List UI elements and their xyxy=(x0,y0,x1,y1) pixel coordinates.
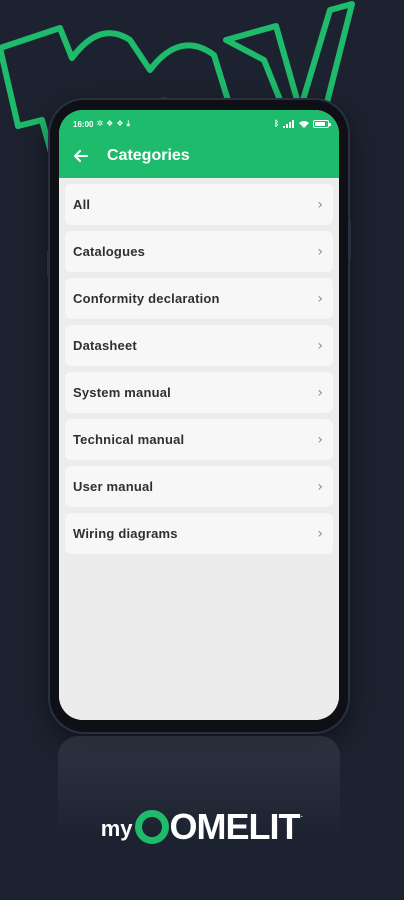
dropbox-icon: ❖ xyxy=(106,119,114,128)
category-item-user-manual[interactable]: User manual › xyxy=(65,466,333,507)
category-item-all[interactable]: All › xyxy=(65,184,333,225)
title-row: Categories xyxy=(73,134,329,178)
page-title: Categories xyxy=(107,147,190,164)
status-bar: 16:00 ✲ ❖ ❖ ⤓ ᛒ xyxy=(73,110,331,134)
category-list: All › Catalogues › Conformity declaratio… xyxy=(59,178,339,720)
phone-side-button xyxy=(47,250,50,276)
chevron-right-icon: › xyxy=(317,478,323,495)
wifi-icon xyxy=(299,121,309,128)
dropbox-icon: ❖ xyxy=(116,119,124,128)
category-label: System manual xyxy=(73,385,171,400)
promo-stage: 16:00 ✲ ❖ ❖ ⤓ ᛒ Categories All › Catalog… xyxy=(0,0,404,900)
bluetooth-icon: ᛒ xyxy=(274,119,279,128)
battery-fill xyxy=(315,122,325,126)
phone-frame: 16:00 ✲ ❖ ❖ ⤓ ᛒ Categories All › Catalog… xyxy=(47,100,351,732)
chevron-right-icon: › xyxy=(317,243,323,260)
category-label: Wiring diagrams xyxy=(73,526,178,541)
chevron-right-icon: › xyxy=(317,290,323,307)
phone-volume-button xyxy=(348,220,351,260)
logo-c-ring xyxy=(134,810,169,844)
chevron-right-icon: › xyxy=(317,525,323,542)
category-label: All xyxy=(73,197,91,212)
category-label: Datasheet xyxy=(73,338,137,353)
mycomelit-logo: my OMELIT . xyxy=(0,786,404,846)
category-item-wiring-diagrams[interactable]: Wiring diagrams › xyxy=(65,513,333,554)
back-button[interactable] xyxy=(69,144,93,168)
category-label: User manual xyxy=(73,479,154,494)
category-item-system-manual[interactable]: System manual › xyxy=(65,372,333,413)
phone-screen: 16:00 ✲ ❖ ❖ ⤓ ᛒ Categories All › Catalog… xyxy=(59,110,339,720)
category-label: Catalogues xyxy=(73,244,146,259)
category-item-datasheet[interactable]: Datasheet › xyxy=(65,325,333,366)
arrow-left-icon xyxy=(74,150,88,162)
status-right: ᛒ xyxy=(274,119,331,128)
category-label: Conformity declaration xyxy=(73,291,220,306)
download-icon: ⤓ xyxy=(126,119,131,128)
logo-dot: . xyxy=(300,809,304,820)
category-item-technical-manual[interactable]: Technical manual › xyxy=(65,419,333,460)
status-time: 16:00 xyxy=(73,119,94,129)
logo-name-text: OMELIT xyxy=(169,806,301,847)
app-bar: 16:00 ✲ ❖ ❖ ⤓ ᛒ Categories xyxy=(59,110,339,178)
category-label: Technical manual xyxy=(73,432,185,447)
chevron-right-icon: › xyxy=(317,384,323,401)
status-left: 16:00 ✲ ❖ ❖ ⤓ xyxy=(73,120,130,129)
battery-icon xyxy=(313,120,331,128)
signal-icon xyxy=(283,120,294,128)
chevron-right-icon: › xyxy=(317,337,323,354)
logo-my-text: my xyxy=(100,816,133,841)
chevron-right-icon: › xyxy=(317,196,323,213)
category-item-conformity-declaration[interactable]: Conformity declaration › xyxy=(65,278,333,319)
category-item-catalogues[interactable]: Catalogues › xyxy=(65,231,333,272)
settings-icon: ✲ xyxy=(96,119,104,128)
chevron-right-icon: › xyxy=(317,431,323,448)
